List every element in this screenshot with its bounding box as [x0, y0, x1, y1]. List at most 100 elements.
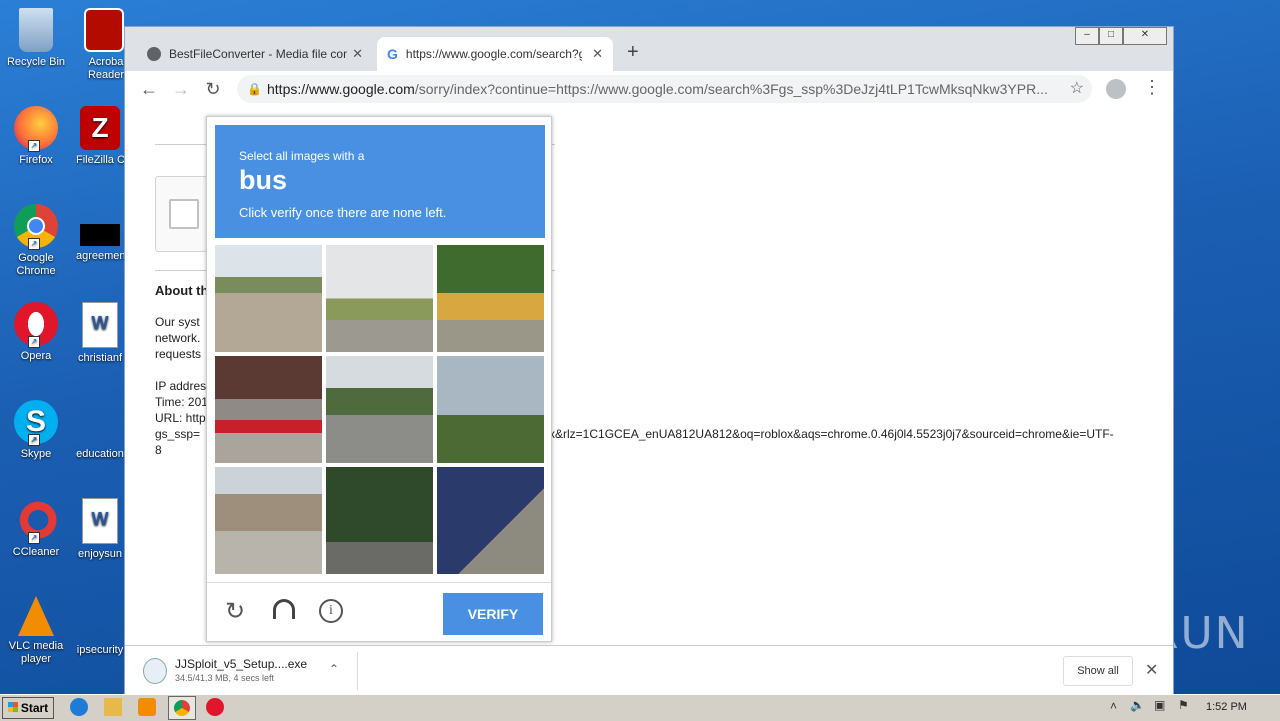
image-tile-9[interactable]: [437, 467, 544, 574]
reload-challenge-icon[interactable]: ↻: [225, 597, 245, 626]
desktop-icon-enjoysun[interactable]: W enjoysun: [76, 498, 124, 561]
desktop-icon-christianf[interactable]: W christianf: [76, 302, 124, 365]
reload-button[interactable]: ↻: [201, 77, 225, 101]
challenge-header: Select all images with a bus Click verif…: [215, 125, 545, 238]
file-icon: [83, 596, 117, 640]
url-tail-line-2: 8: [155, 443, 162, 457]
profile-avatar-icon[interactable]: [1106, 79, 1126, 99]
media-player-taskbar-icon[interactable]: [138, 698, 156, 716]
desktop-icon-agreemen[interactable]: agreemen: [76, 204, 124, 263]
desktop-icon-label: christianf: [77, 352, 123, 364]
lock-icon: 🔒: [247, 82, 262, 96]
desktop-icon-label: FileZilla C: [76, 154, 124, 166]
image-grid: [215, 245, 545, 575]
address-bar[interactable]: 🔒 https://www.google.com/sorry/index?con…: [237, 75, 1092, 103]
forward-button[interactable]: →: [169, 77, 193, 101]
desktop-icon-firefox[interactable]: ↗ Firefox: [1, 106, 71, 167]
shortcut-arrow-icon: ↗: [28, 336, 40, 348]
volume-icon[interactable]: 🔈: [1130, 698, 1145, 712]
explorer-taskbar-icon[interactable]: [104, 698, 122, 716]
windows-logo-icon: [7, 702, 18, 712]
recaptcha-challenge: Select all images with a bus Click verif…: [206, 116, 552, 642]
show-all-button[interactable]: Show all: [1063, 656, 1133, 686]
image-tile-7[interactable]: [215, 467, 322, 574]
desktop-icon-label: Firefox: [19, 154, 53, 166]
image-tile-5[interactable]: [326, 356, 433, 463]
close-window-button[interactable]: ✕: [1123, 27, 1167, 45]
image-tile-2[interactable]: [326, 245, 433, 352]
desktop-icon-label: Google Chrome: [16, 252, 56, 277]
skype-icon: S ↗: [14, 400, 58, 446]
verify-button[interactable]: VERIFY: [443, 593, 543, 635]
image-tile-4[interactable]: [215, 356, 322, 463]
globe-icon: [147, 47, 161, 61]
ie-taskbar-icon[interactable]: [70, 698, 88, 716]
tray-expand-icon[interactable]: ˄: [1110, 699, 1117, 713]
image-tile-1[interactable]: [215, 245, 322, 352]
url-tail-line: x&rlz=1C1GCEA_enUA812UA812&oq=roblox&aqs…: [549, 427, 1114, 441]
menu-kebab-icon[interactable]: ⋮: [1143, 77, 1161, 98]
download-divider: [357, 652, 358, 690]
recaptcha-checkbox[interactable]: [169, 199, 199, 229]
vlc-icon: [18, 596, 54, 636]
flag-icon[interactable]: ⚑: [1178, 698, 1189, 712]
download-shelf: JJSploit_v5_Setup....exe 34.5/41.3 MB, 4…: [125, 645, 1173, 696]
filezilla-icon: Z: [80, 106, 120, 150]
about-heading: About th: [155, 283, 209, 298]
chrome-taskbar-icon[interactable]: [168, 696, 196, 720]
file-icon: [80, 224, 120, 246]
clock[interactable]: 1:52 PM: [1206, 701, 1247, 713]
info-icon[interactable]: i: [319, 599, 343, 623]
desktop-icon-chrome[interactable]: ↗ Google Chrome: [1, 204, 71, 278]
desktop-icon-label: enjoysun: [77, 548, 123, 560]
minimize-button[interactable]: ‒: [1075, 27, 1099, 45]
audio-challenge-icon[interactable]: [273, 599, 295, 619]
desktop-icon-filezilla[interactable]: Z FileZilla C: [76, 106, 124, 167]
close-tab-icon[interactable]: ✕: [352, 46, 363, 62]
gs-ssp-line: gs_ssp=: [155, 427, 201, 441]
desktop-icon-education[interactable]: education: [76, 400, 124, 461]
close-shelf-icon[interactable]: ✕: [1145, 660, 1158, 680]
desktop-icon-vlc[interactable]: VLC media player: [1, 596, 71, 666]
new-tab-button[interactable]: +: [627, 41, 639, 64]
chevron-up-icon[interactable]: ⌃: [329, 662, 339, 676]
challenge-footer: ↻ i VERIFY: [207, 582, 551, 642]
network-icon[interactable]: ▣: [1154, 698, 1165, 712]
chrome-icon: ↗: [14, 204, 58, 250]
desktop-icon-recycle-bin[interactable]: Recycle Bin: [1, 8, 71, 69]
image-tile-6[interactable]: [437, 356, 544, 463]
desktop-icon-label: education: [76, 448, 124, 460]
bookmark-star-icon[interactable]: ☆: [1070, 75, 1084, 103]
image-tile-3[interactable]: [437, 245, 544, 352]
start-label: Start: [20, 701, 49, 715]
download-item[interactable]: JJSploit_v5_Setup....exe 34.5/41.3 MB, 4…: [141, 656, 351, 688]
opera-taskbar-icon[interactable]: [206, 698, 224, 716]
back-button[interactable]: ←: [137, 77, 161, 101]
shortcut-arrow-icon: ↗: [28, 140, 40, 152]
file-icon: [83, 400, 117, 444]
desktop-icon-label: agreemen: [76, 250, 124, 262]
browser-toolbar: ← → ↻ 🔒 https://www.google.com/sorry/ind…: [125, 71, 1173, 108]
desktop-icon-ipsecurity[interactable]: ipsecurity: [76, 596, 124, 657]
tab-bestfileconverter[interactable]: BestFileConverter - Media file conver ✕: [139, 37, 373, 71]
about-line-2: network.: [155, 331, 201, 345]
image-tile-8[interactable]: [326, 467, 433, 574]
about-line-3: requests: [155, 347, 202, 361]
desktop-icon-label: CCleaner: [12, 546, 60, 558]
tab-title: BestFileConverter - Media file conver: [169, 47, 347, 61]
start-button[interactable]: Start: [2, 697, 54, 719]
tab-strip: ‒ □ ✕ BestFileConverter - Media file con…: [125, 27, 1173, 71]
desktop-icon-label: Opera: [20, 350, 52, 362]
desktop-icon-label: Recycle Bin: [6, 56, 66, 68]
installer-file-icon: [143, 658, 167, 684]
taskbar: Start ˄ 🔈 ▣ ⚑ 1:52 PM: [0, 694, 1280, 721]
desktop-icon-skype[interactable]: S ↗ Skype: [1, 400, 71, 461]
desktop-icon-label: Skype: [20, 448, 52, 460]
desktop-icon-ccleaner[interactable]: ↗ CCleaner: [1, 498, 71, 559]
desktop-icon-label: VLC media player: [8, 640, 64, 665]
restore-button[interactable]: □: [1099, 27, 1123, 45]
desktop-icon-opera[interactable]: ↗ Opera: [1, 302, 71, 363]
tab-google-search[interactable]: G https://www.google.com/search?gs_ ✕: [377, 37, 613, 71]
close-tab-icon[interactable]: ✕: [592, 46, 603, 62]
acrobat-icon: [84, 8, 124, 52]
